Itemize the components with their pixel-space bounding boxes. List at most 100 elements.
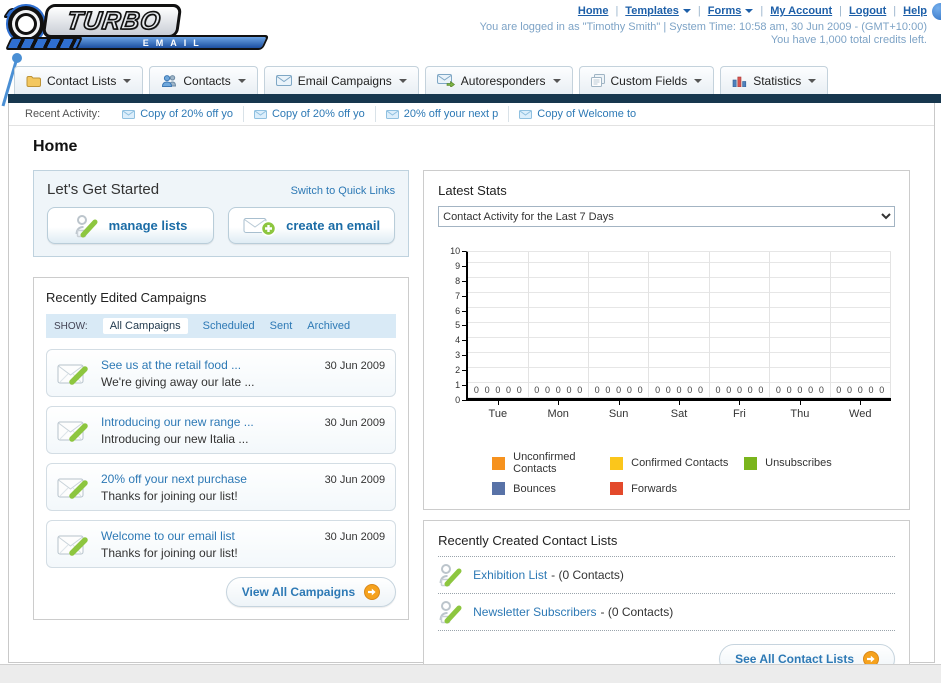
filter-archived[interactable]: Archived	[307, 320, 350, 332]
bar-value-label: 0	[726, 385, 732, 395]
nav-templates-link[interactable]: Templates	[625, 5, 691, 17]
campaign-title-link[interactable]: Welcome to our email list	[101, 529, 325, 543]
envelope-pencil-icon	[57, 421, 88, 442]
tab-contacts[interactable]: Contacts	[149, 66, 258, 94]
y-tick-label: 4	[455, 336, 466, 345]
nav-logout-link[interactable]: Logout	[849, 5, 886, 17]
campaign-subtitle: We're giving away our late ...	[101, 374, 255, 389]
recent-activity-link[interactable]: Copy of 20% off yo	[140, 108, 233, 120]
filter-sent[interactable]: Sent	[270, 320, 293, 332]
bar-value-label: 0	[484, 385, 490, 395]
bar-value-label: 0	[857, 385, 863, 395]
list-pencil-icon	[439, 601, 462, 624]
chart-day-group: 0 0 0 0 0 Fri	[710, 252, 771, 420]
bar-value-label: 0	[594, 385, 600, 395]
content-area: Recent Activity: Copy of 20% off yo Copy…	[8, 103, 935, 683]
create-email-button[interactable]: create an email	[228, 207, 396, 244]
contact-list-count: - (0 Contacts)	[600, 605, 674, 619]
bar-value-label: 0	[544, 385, 550, 395]
chevron-down-icon	[694, 78, 703, 83]
tab-email-campaigns[interactable]: Email Campaigns	[263, 66, 419, 94]
tab-custom-fields[interactable]: Custom Fields	[578, 66, 715, 94]
envelope-icon	[275, 75, 292, 86]
campaign-title-link[interactable]: Introducing our new range ...	[101, 415, 325, 429]
tab-autoresponders[interactable]: Autoresponders	[424, 66, 573, 94]
filter-all-campaigns[interactable]: All Campaigns	[102, 318, 188, 334]
recent-activity-link[interactable]: 20% off your next p	[404, 108, 499, 120]
brand-sub: EMAIL	[142, 37, 206, 48]
manage-lists-label: manage lists	[108, 218, 188, 233]
x-tick-label: Sun	[608, 408, 629, 420]
switch-quick-links-link[interactable]: Switch to Quick Links	[291, 185, 396, 197]
envelope-pencil-icon	[57, 478, 88, 499]
contact-activity-chart: 10 9 8 7 6 5 4 3 2 1 0 0 0 0 0 0 Tue 0 0 0 0 0 Mon 0 0 0 0 0 Sun 0 0 0…	[438, 247, 895, 439]
folder-icon	[26, 76, 41, 87]
bar-chart-icon	[732, 76, 747, 87]
bar-value-label: 0	[715, 385, 721, 395]
campaign-title-link[interactable]: 20% off your next purchase	[101, 472, 325, 486]
nav-home-link[interactable]: Home	[578, 5, 609, 17]
recent-activity-link[interactable]: Copy of Welcome to	[537, 108, 636, 120]
tab-label: Contacts	[183, 73, 231, 88]
nav-separator	[698, 5, 701, 17]
campaign-date: 30 Jun 2009	[324, 417, 386, 429]
get-started-title: Let's Get Started	[47, 181, 160, 198]
credits-line: You have 1,000 total credits left.	[770, 34, 927, 46]
nav-help-link[interactable]: Help	[903, 5, 927, 17]
campaign-card: 20% off your next purchase Thanks for jo…	[46, 463, 397, 511]
right-column: Latest Stats Contact Activity for the La…	[423, 170, 910, 683]
get-started-panel: Let's Get Started Switch to Quick Links	[33, 170, 410, 257]
y-tick-label: 0	[455, 395, 466, 405]
bar-value-label: 0	[473, 385, 479, 395]
tab-statistics[interactable]: Statistics	[720, 66, 829, 94]
nav-separator	[615, 5, 618, 17]
bar-value-label: 0	[868, 385, 874, 395]
y-tick-label: 8	[455, 276, 466, 286]
bar-value-label: 0	[566, 385, 572, 395]
page-title: Home	[33, 138, 78, 155]
recent-activity-item: Copy of Welcome to	[508, 106, 646, 122]
filter-scheduled[interactable]: Scheduled	[203, 320, 255, 332]
envelope-forward-icon	[436, 74, 455, 87]
chart-legend: Unconfirmed Contacts Confirmed Contacts Un…	[438, 451, 895, 495]
y-tick-label: 5	[455, 321, 466, 330]
recent-activity-link[interactable]: Copy of 20% off yo	[272, 108, 365, 120]
legend-item: Forwards	[610, 482, 744, 495]
legend-item: Unconfirmed Contacts	[492, 451, 610, 475]
campaign-subtitle: Thanks for joining our list!	[101, 488, 238, 503]
help-bubble-icon[interactable]	[932, 3, 941, 20]
logo-subtitle-bar: EMAIL	[72, 35, 270, 50]
chart-day-group: 0 0 0 0 0 Tue	[468, 252, 529, 420]
latest-stats-title: Latest Stats	[438, 183, 507, 198]
stats-range-select[interactable]: Contact Activity for the Last 7 Days	[438, 206, 895, 227]
envelope-pencil-icon	[57, 535, 88, 556]
legend-swatch-icon	[744, 456, 758, 470]
bar-value-label: 0	[698, 385, 704, 395]
chart-day-group: 0 0 0 0 0 Thu	[770, 252, 831, 420]
tab-contact-lists[interactable]: Contact Lists	[14, 66, 144, 94]
bar-value-label: 0	[836, 385, 842, 395]
manage-lists-button[interactable]: manage lists	[47, 207, 215, 244]
y-tick-label: 6	[455, 306, 466, 316]
nav-my-account-link[interactable]: My Account	[770, 5, 832, 17]
contact-list-link[interactable]: Exhibition List	[473, 568, 547, 582]
bar-value-label: 0	[495, 385, 501, 395]
show-label: SHOW:	[54, 320, 88, 332]
contact-lists-title: Recently Created Contact Lists	[438, 533, 618, 548]
y-tick-label: 1	[455, 381, 466, 390]
nav-forms-link[interactable]: Forms	[708, 5, 754, 17]
x-tick-label: Tue	[488, 408, 508, 420]
view-all-campaigns-button[interactable]: View All Campaigns	[225, 577, 397, 607]
session-line: You are logged in as "Timothy Smith" | S…	[479, 21, 927, 33]
bar-value-label: 0	[676, 385, 682, 395]
application-window: TURBO EMAIL Home Templates Forms My Acco…	[0, 0, 941, 683]
campaign-subtitle: Introducing our new Italia ...	[101, 431, 249, 446]
legend-item: Confirmed Contacts	[610, 451, 744, 475]
chevron-down-icon	[745, 9, 754, 13]
campaign-title-link[interactable]: See us at the retail food ...	[101, 358, 325, 372]
bar-value-label: 0	[605, 385, 611, 395]
y-tick-label: 7	[455, 291, 466, 301]
campaign-card: Welcome to our email list Thanks for joi…	[46, 520, 397, 568]
contact-list-link[interactable]: Newsletter Subscribers	[473, 605, 596, 619]
campaign-date: 30 Jun 2009	[324, 360, 386, 372]
